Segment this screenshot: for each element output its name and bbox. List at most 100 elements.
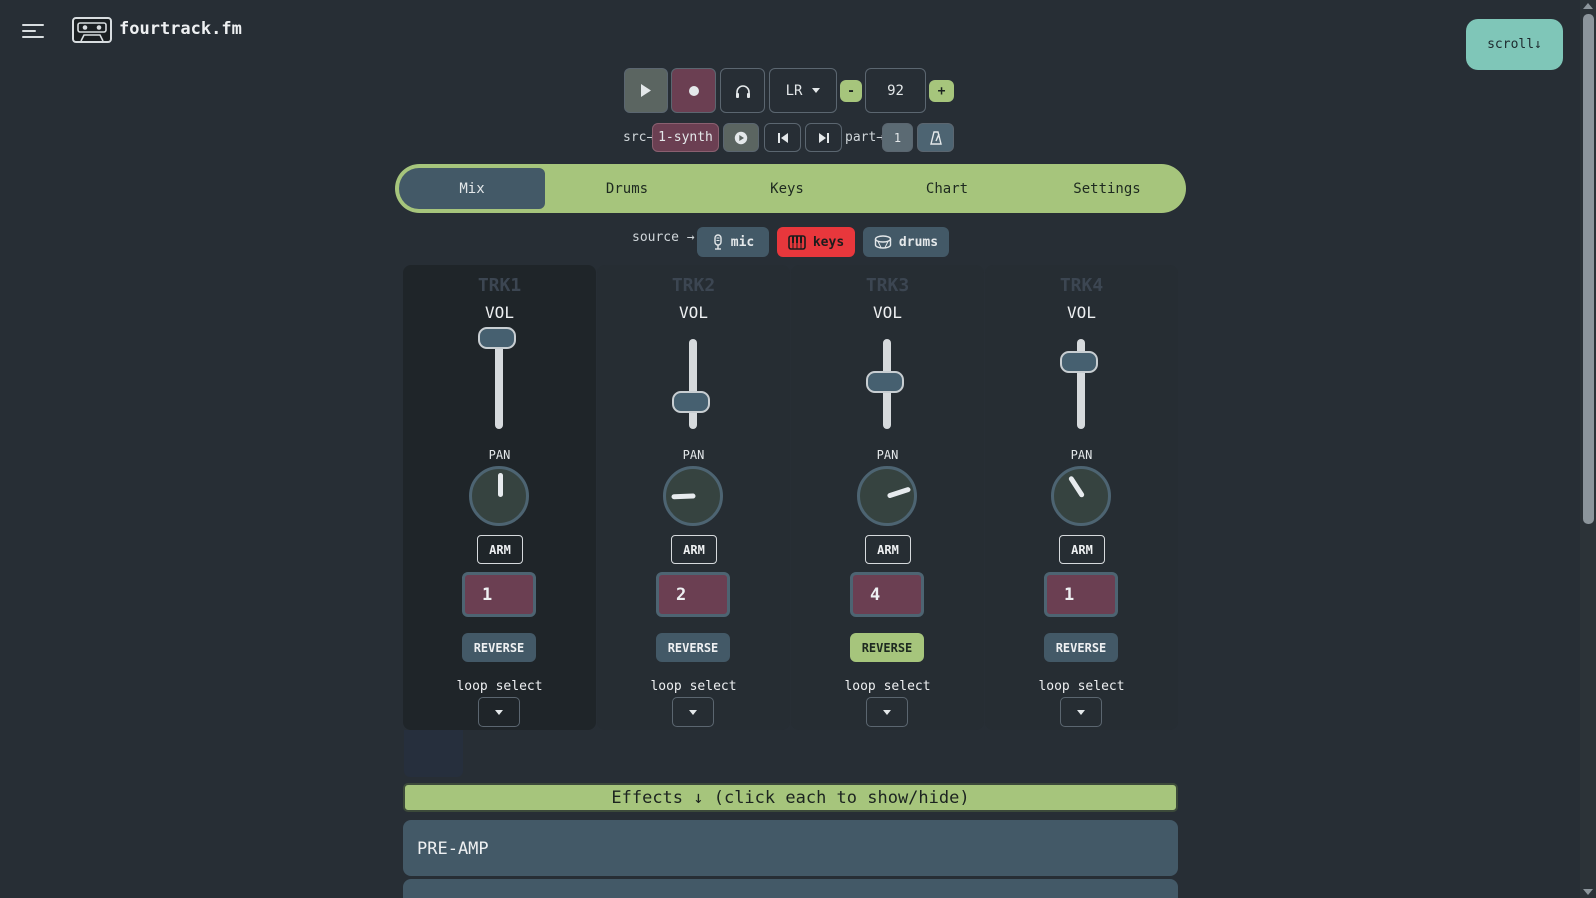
track-strip: TRK3 VOL PAN ARM 4 REVERSE loop select — [791, 265, 984, 730]
part-label: part→ — [845, 130, 885, 145]
volume-fader-thumb[interactable] — [672, 391, 710, 413]
pan-indicator — [498, 473, 503, 497]
hamburger-menu-icon[interactable] — [22, 20, 44, 40]
loop-select-dropdown[interactable] — [672, 697, 714, 727]
volume-fader[interactable] — [495, 339, 503, 429]
track-name: TRK2 — [671, 275, 716, 296]
reverse-button[interactable]: REVERSE — [656, 633, 730, 662]
track-strip: TRK1 VOL PAN ARM 1 REVERSE loop select — [403, 265, 596, 730]
pan-indicator — [886, 486, 912, 499]
pan-knob[interactable] — [469, 466, 529, 526]
record-icon — [688, 85, 699, 96]
vol-label: VOL — [1067, 303, 1096, 322]
reverse-button[interactable]: REVERSE — [1044, 633, 1118, 662]
microphone-icon — [714, 234, 722, 250]
volume-fader[interactable] — [689, 339, 697, 429]
scroll-down-button[interactable]: scroll↓ — [1466, 19, 1563, 70]
source-drums-label: drums — [898, 234, 939, 250]
source-instrument-select[interactable]: 1-synth — [652, 123, 719, 152]
reverse-button[interactable]: REVERSE — [462, 633, 536, 662]
effect-panel-next[interactable] — [403, 879, 1178, 898]
loop-select-dropdown[interactable] — [866, 697, 908, 727]
source-mic-label: mic — [730, 234, 755, 250]
skip-forward-icon — [818, 132, 829, 143]
effects-toggle-bar[interactable]: Effects ↓ (click each to show/hide) — [403, 783, 1178, 812]
loop-select-label: loop select — [650, 679, 737, 694]
previous-button[interactable] — [764, 123, 801, 152]
metronome-button[interactable] — [917, 123, 954, 152]
pan-label: PAN — [1070, 448, 1093, 462]
loop-number-field[interactable]: 2 — [656, 572, 730, 617]
pan-knob[interactable] — [857, 466, 917, 526]
tab-drums[interactable]: Drums — [554, 168, 700, 209]
pan-indicator — [671, 493, 696, 500]
metronome-icon — [929, 130, 942, 145]
arm-button[interactable]: ARM — [865, 535, 911, 564]
loop-select-dropdown[interactable] — [478, 697, 520, 727]
play-circle-icon — [734, 131, 748, 144]
chevron-down-icon — [689, 709, 697, 715]
volume-fader-thumb[interactable] — [866, 371, 904, 393]
effect-panel-preamp[interactable]: PRE-AMP — [403, 820, 1178, 876]
pan-label: PAN — [682, 448, 705, 462]
tempo-field[interactable]: 92 — [865, 68, 926, 113]
tempo-decrease-button[interactable]: - — [840, 80, 862, 102]
src-label: src→ — [623, 130, 655, 145]
loop-select-label: loop select — [456, 679, 543, 694]
pan-knob[interactable] — [663, 466, 723, 526]
reverse-button[interactable]: REVERSE — [850, 633, 924, 662]
vol-label: VOL — [485, 303, 514, 322]
next-button[interactable] — [805, 123, 842, 152]
source-mic-button[interactable]: mic — [697, 227, 769, 257]
headphones-icon — [735, 84, 750, 98]
tab-mix[interactable]: Mix — [399, 168, 545, 209]
pan-indicator — [1067, 475, 1086, 499]
page-scrollbar[interactable] — [1580, 0, 1596, 898]
pan-label: PAN — [876, 448, 899, 462]
track-strip: TRK4 VOL PAN ARM 1 REVERSE loop select — [985, 265, 1178, 730]
chevron-down-icon — [883, 709, 891, 715]
volume-fader-thumb[interactable] — [478, 327, 516, 349]
monitor-button[interactable] — [720, 68, 765, 113]
loop-select-label: loop select — [844, 679, 931, 694]
track-strip: TRK2 VOL PAN ARM 2 REVERSE loop select — [597, 265, 790, 730]
piano-icon — [788, 234, 806, 250]
part-button[interactable]: 1 — [882, 123, 913, 152]
record-button[interactable] — [671, 68, 716, 113]
tab-settings[interactable]: Settings — [1034, 168, 1180, 209]
source-keys-button[interactable]: keys — [777, 227, 855, 257]
loop-number-field[interactable]: 1 — [1044, 572, 1118, 617]
loop-number-field[interactable]: 4 — [850, 572, 924, 617]
loop-number-field[interactable]: 1 — [462, 572, 536, 617]
loop-select-label: loop select — [1038, 679, 1125, 694]
source-label: source → — [632, 230, 695, 245]
scroll-down-arrow-icon[interactable] — [1583, 889, 1593, 895]
pan-label: PAN — [488, 448, 511, 462]
arm-button[interactable]: ARM — [477, 535, 523, 564]
play-button[interactable] — [624, 68, 668, 113]
track-name: TRK1 — [477, 275, 522, 296]
arm-button[interactable]: ARM — [1059, 535, 1105, 564]
chevron-down-icon — [1077, 709, 1085, 715]
tab-keys[interactable]: Keys — [714, 168, 860, 209]
scrollbar-thumb[interactable] — [1583, 14, 1594, 524]
pan-knob[interactable] — [1051, 466, 1111, 526]
vol-label: VOL — [873, 303, 902, 322]
output-select[interactable]: LR — [769, 68, 837, 113]
track-name: TRK4 — [1059, 275, 1104, 296]
volume-fader-thumb[interactable] — [1060, 351, 1098, 373]
source-drums-button[interactable]: drums — [863, 227, 949, 257]
preview-button[interactable] — [723, 123, 759, 152]
scroll-up-arrow-icon[interactable] — [1583, 3, 1593, 9]
chevron-down-icon — [812, 88, 821, 93]
skip-back-icon — [777, 132, 788, 143]
arm-button[interactable]: ARM — [671, 535, 717, 564]
tab-chart[interactable]: Chart — [874, 168, 1020, 209]
track-name: TRK3 — [865, 275, 910, 296]
chevron-down-icon — [495, 709, 503, 715]
add-track-slot[interactable] — [404, 730, 463, 777]
vol-label: VOL — [679, 303, 708, 322]
brand-name: fourtrack.fm — [119, 19, 242, 39]
loop-select-dropdown[interactable] — [1060, 697, 1102, 727]
tempo-increase-button[interactable]: + — [929, 80, 954, 102]
